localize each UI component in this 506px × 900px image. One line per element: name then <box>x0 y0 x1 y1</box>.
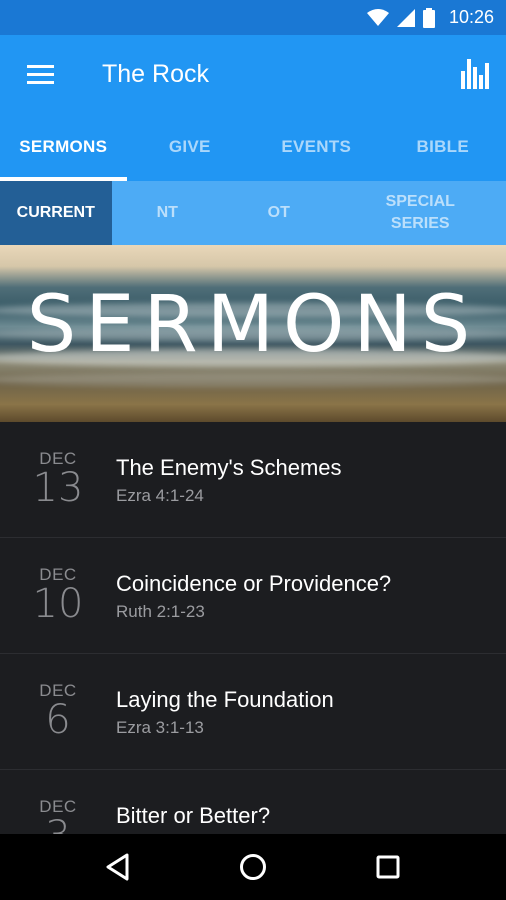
sermon-title: The Enemy's Schemes <box>116 455 342 480</box>
app-title: The Rock <box>102 59 209 88</box>
sermons-hero-banner: SERMONS <box>0 245 506 422</box>
hero-title: SERMONS <box>26 280 480 370</box>
sermon-list: DEC 13 The Enemy's Schemes Ezra 4:1-24 D… <box>0 422 506 834</box>
hamburger-menu-icon[interactable] <box>0 35 80 113</box>
tab-events[interactable]: EVENTS <box>253 113 380 181</box>
status-time: 10:26 <box>448 7 494 27</box>
sermon-reference: Ezra 3:1-13 <box>116 718 204 737</box>
sermon-date: DEC 3 <box>0 798 116 835</box>
sermon-day: 13 <box>32 465 84 511</box>
sermon-date: DEC 10 <box>0 566 116 627</box>
subtab-nt[interactable]: NT <box>112 181 224 245</box>
tab-give[interactable]: GIVE <box>127 113 254 181</box>
subtab-current[interactable]: CURRENT <box>0 181 112 245</box>
tab-sermons[interactable]: SERMONS <box>0 113 127 181</box>
wifi-icon <box>366 8 389 26</box>
sermon-reference: Ruth 2:1-23 <box>116 602 205 621</box>
sermon-item[interactable]: DEC 6 Laying the Foundation Ezra 3:1-13 <box>0 654 506 770</box>
sermon-item[interactable]: DEC 3 Bitter or Better? <box>0 770 506 835</box>
sermon-title: Laying the Foundation <box>116 687 334 712</box>
recents-square-icon[interactable] <box>358 837 418 897</box>
sermon-title: Bitter or Better? <box>116 803 271 828</box>
app-bar: The Rock <box>0 35 506 113</box>
sermon-day: 3 <box>0 816 116 834</box>
sermon-item[interactable]: DEC 13 The Enemy's Schemes Ezra 4:1-24 <box>0 422 506 538</box>
sermon-item[interactable]: DEC 10 Coincidence or Providence? Ruth 2… <box>0 538 506 654</box>
signal-icon <box>396 8 415 27</box>
bar-chart-icon[interactable] <box>444 35 506 113</box>
sermon-date: DEC 6 <box>0 682 116 743</box>
sermon-day: 10 <box>32 581 84 627</box>
status-icons <box>366 7 435 28</box>
sermon-subtabs: CURRENT NT OT SPECIAL SERIES <box>0 181 506 245</box>
tab-bible[interactable]: BIBLE <box>380 113 506 181</box>
home-circle-icon[interactable] <box>223 837 283 897</box>
subtab-ot[interactable]: OT <box>223 181 335 245</box>
battery-icon <box>422 7 435 28</box>
sermon-reference: Ezra 4:1-24 <box>116 486 204 505</box>
sermon-day: 6 <box>45 697 71 743</box>
back-triangle-icon[interactable] <box>88 837 148 897</box>
system-nav-bar <box>0 834 506 900</box>
main-tabs: SERMONS GIVE EVENTS BIBLE <box>0 113 506 181</box>
sermon-title: Coincidence or Providence? <box>116 571 392 596</box>
sermon-date: DEC 13 <box>0 450 116 511</box>
subtab-special-series[interactable]: SPECIAL SERIES <box>335 181 506 245</box>
status-bar: 10:26 <box>0 0 506 35</box>
